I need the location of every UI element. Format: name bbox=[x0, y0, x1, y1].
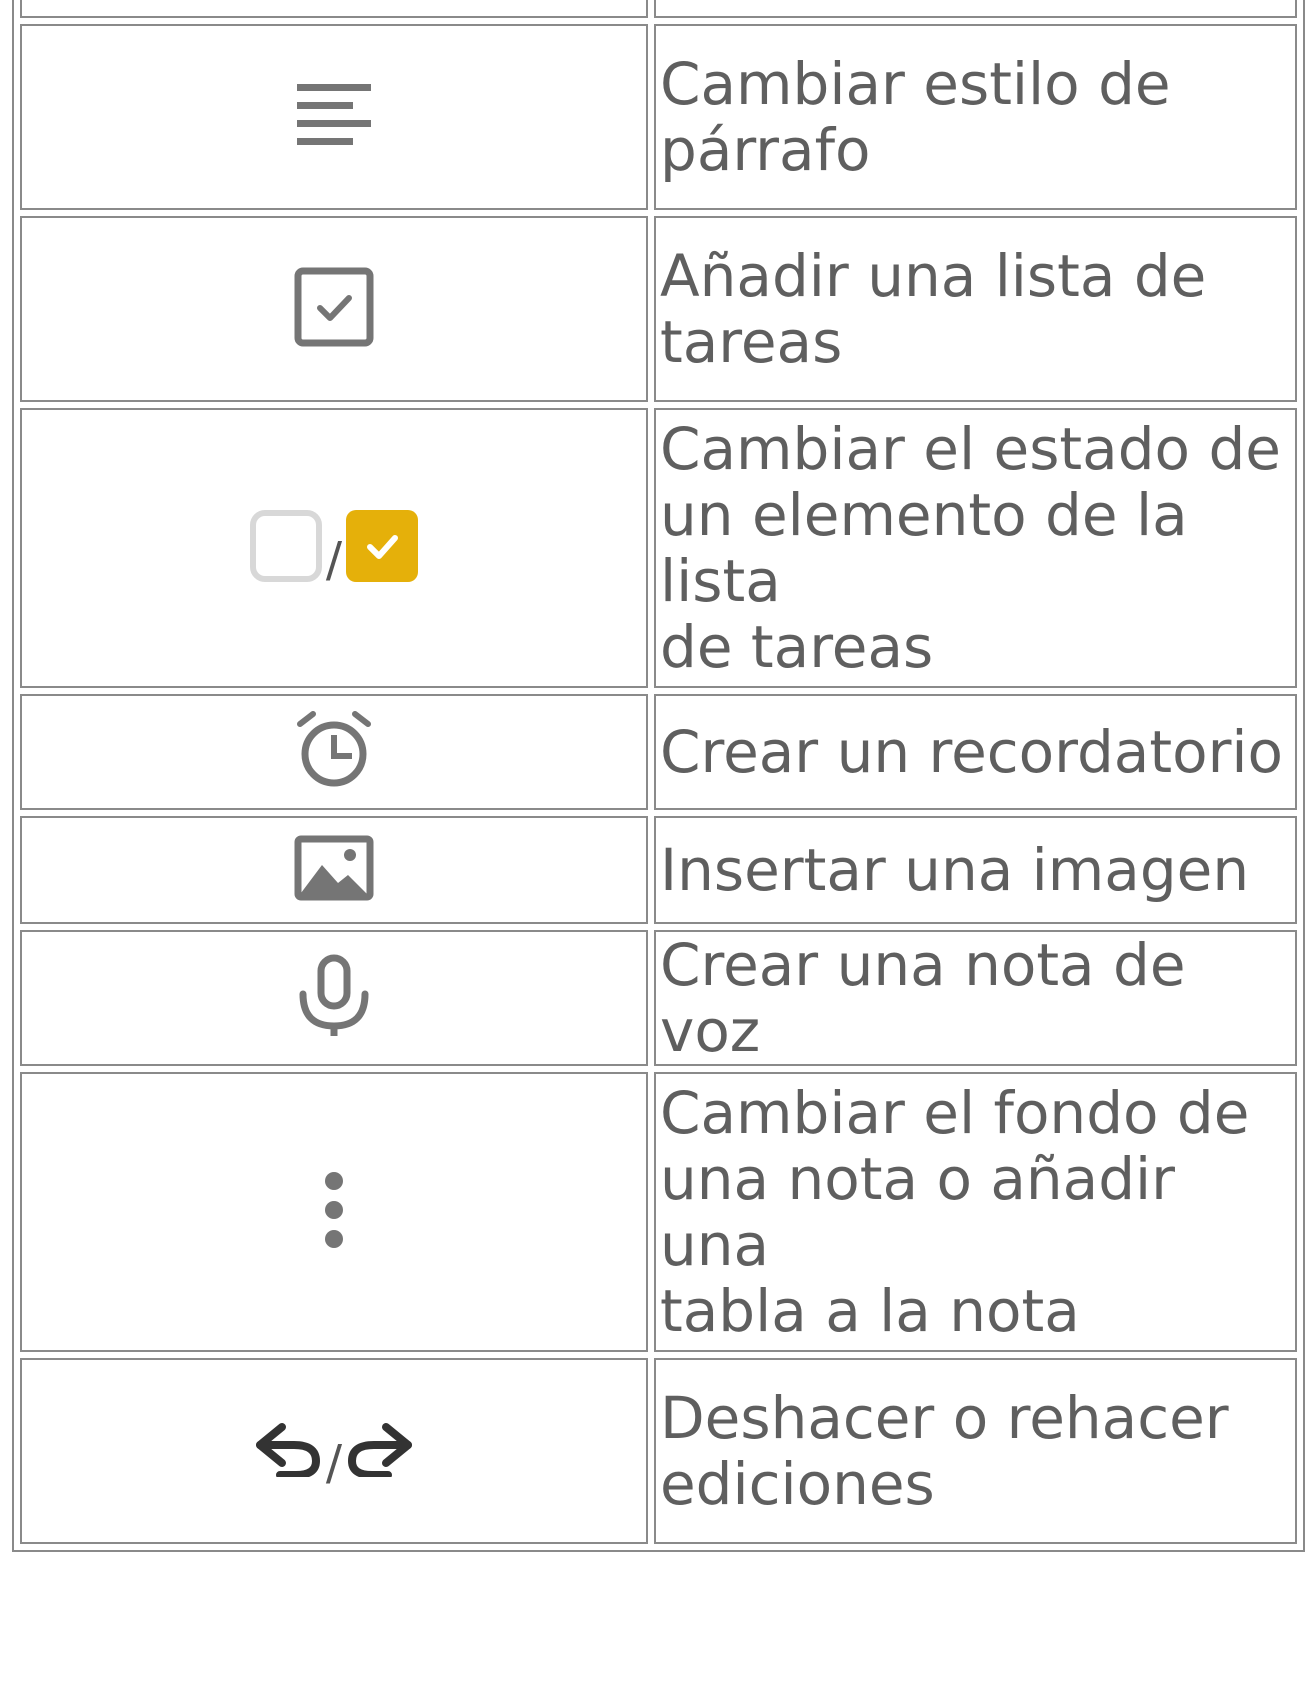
table-row: Añadir una lista de tareas bbox=[20, 216, 1297, 402]
checkbox-toggle-icon: / bbox=[248, 508, 420, 588]
table-row: Crear una nota de voz bbox=[20, 930, 1297, 1066]
checklist-icon bbox=[294, 267, 374, 347]
alarm-clock-icon bbox=[294, 710, 374, 790]
icon-cell: / bbox=[20, 408, 648, 688]
checkbox-checked-icon bbox=[346, 509, 419, 582]
row-description: Deshacer o rehacer ediciones bbox=[654, 1358, 1297, 1544]
table-row: Insertar una imagen bbox=[20, 816, 1297, 924]
row-description: Cambiar estilo de párrafo bbox=[654, 24, 1297, 210]
row-description: Añadir una lista de tareas bbox=[654, 216, 1297, 402]
redo-icon bbox=[348, 1422, 413, 1477]
row-description: Insertar una imagen bbox=[654, 816, 1297, 924]
row-description: Crear una nota de voz bbox=[654, 930, 1297, 1066]
empty-cell bbox=[654, 0, 1297, 18]
undo-redo-icon: / bbox=[246, 1421, 422, 1491]
separator-slash: / bbox=[325, 531, 343, 588]
more-vertical-icon bbox=[322, 1171, 346, 1249]
row-description: Crear un recordatorio bbox=[654, 694, 1297, 810]
table-row: / Cambiar el estado de un elemento de la… bbox=[20, 408, 1297, 688]
icon-cell bbox=[20, 24, 648, 210]
table-row-top-partial bbox=[20, 0, 1297, 18]
icon-cell bbox=[20, 216, 648, 402]
undo-icon bbox=[255, 1422, 320, 1477]
row-description: Cambiar el estado de un elemento de la l… bbox=[654, 408, 1297, 688]
table-row: Cambiar estilo de párrafo bbox=[20, 24, 1297, 210]
microphone-icon bbox=[295, 954, 373, 1038]
icon-description-table: Cambiar estilo de párrafo Añadir una lis… bbox=[12, 0, 1305, 1552]
paragraph-style-icon bbox=[295, 80, 373, 150]
icon-cell: / bbox=[20, 1358, 648, 1544]
icon-cell bbox=[20, 1072, 648, 1352]
icon-cell bbox=[20, 694, 648, 810]
icon-cell bbox=[20, 816, 648, 924]
checkbox-empty-icon bbox=[249, 509, 322, 582]
row-description: Cambiar el fondo de una nota o añadir un… bbox=[654, 1072, 1297, 1352]
icon-cell bbox=[20, 930, 648, 1066]
table-row: Cambiar el fondo de una nota o añadir un… bbox=[20, 1072, 1297, 1352]
table-row: / Deshacer o rehacer ediciones bbox=[20, 1358, 1297, 1544]
separator-slash: / bbox=[325, 1434, 343, 1491]
table-row: Crear un recordatorio bbox=[20, 694, 1297, 810]
image-icon bbox=[294, 835, 374, 901]
empty-cell bbox=[20, 0, 648, 18]
